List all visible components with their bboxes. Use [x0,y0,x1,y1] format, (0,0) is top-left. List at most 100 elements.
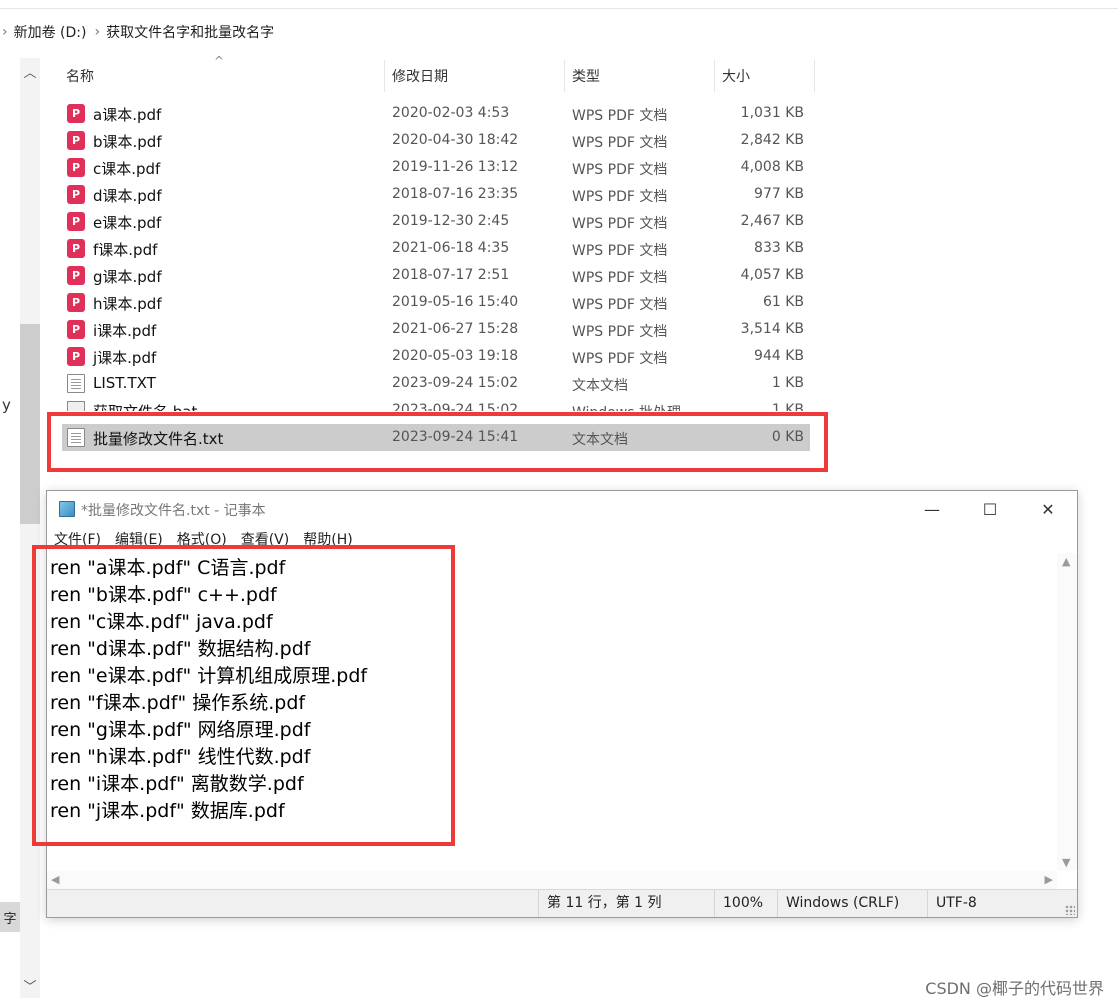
file-name: g课本.pdf [93,268,162,286]
file-date: 2020-02-03 4:53 [392,105,510,121]
maximize-icon: ☐ [982,499,998,519]
pdf-icon: P [67,158,85,177]
breadcrumb-item-drive[interactable]: 新加卷 (D:) [14,22,87,42]
file-row[interactable]: LIST.TXT 2023-09-24 15:02 文本文档 1 KB [62,370,810,397]
file-type: WPS PDF 文档 [572,216,668,232]
pdf-icon: P [67,347,85,366]
file-type: WPS PDF 文档 [572,297,668,313]
file-row[interactable]: Pg课本.pdf 2018-07-17 2:51 WPS PDF 文档 4,057 K… [62,262,810,289]
notepad-icon [59,501,75,517]
nav-pane-item-fragment[interactable]: 字 [0,902,20,932]
file-size: 4,008 KB [740,159,804,175]
column-header-date[interactable]: 修改日期 [392,60,562,92]
column-header-size[interactable]: 大小 [722,60,812,92]
minimize-button[interactable]: — [903,491,961,527]
scroll-right-arrow-icon[interactable]: ▶ [1045,873,1053,886]
file-type: WPS PDF 文档 [572,270,668,286]
file-row[interactable]: 获取文件名.bat 2023-09-24 15:02 Windows 批处理 1 KB [62,397,810,411]
file-size: 944 KB [754,348,804,364]
window-title: *批量修改文件名.txt - 记事本 [81,503,266,519]
pdf-icon: P [67,266,85,285]
file-type: WPS PDF 文档 [572,243,668,259]
status-encoding: UTF-8 [927,890,1016,917]
file-date: 2021-06-27 15:28 [392,321,519,337]
nav-pane-text-fragment: y [2,396,11,414]
file-size: 1 KB [771,402,804,411]
file-name: e课本.pdf [93,214,162,232]
scrollbar-thumb[interactable] [20,324,40,524]
file-row[interactable]: Ph课本.pdf 2019-05-16 15:40 WPS PDF 文档 61 KB [62,289,810,316]
editor-horizontal-scrollbar[interactable]: ◀ ▶ [47,871,1057,889]
file-size: 977 KB [754,186,804,202]
file-date: 2018-07-17 2:51 [392,267,510,283]
top-border [0,8,1118,9]
file-row[interactable]: Pc课本.pdf 2019-11-26 13:12 WPS PDF 文档 4,008 … [62,154,810,181]
status-cursor-position: 第 11 行，第 1 列 [538,890,707,917]
file-name: LIST.TXT [93,374,156,392]
column-divider[interactable] [564,60,565,92]
column-divider[interactable] [384,60,385,92]
file-date: 2020-04-30 18:42 [392,132,519,148]
column-divider[interactable] [714,60,715,92]
file-date: 2023-09-24 15:02 [392,375,519,391]
pdf-icon: P [67,131,85,150]
column-divider[interactable] [814,60,815,92]
pdf-icon: P [67,212,85,231]
file-type: WPS PDF 文档 [572,135,668,151]
file-row[interactable]: Pf课本.pdf 2021-06-18 4:35 WPS PDF 文档 833 KB [62,235,810,262]
file-name: i课本.pdf [93,322,157,340]
file-type: WPS PDF 文档 [572,351,668,367]
pdf-icon: P [67,239,85,258]
file-size: 1,031 KB [740,105,804,121]
text-file-icon [67,374,85,393]
vertical-scrollbar[interactable] [20,58,40,998]
file-type: WPS PDF 文档 [572,324,668,340]
file-size: 3,514 KB [740,321,804,337]
scroll-up-arrow-icon[interactable]: ▲ [1062,555,1070,568]
scroll-down-arrow-icon[interactable]: ▼ [1062,856,1070,869]
chevron-right-icon[interactable]: › [2,24,8,40]
file-date: 2019-05-16 15:40 [392,294,519,310]
breadcrumb-item-folder[interactable]: 获取文件名字和批量改名字 [106,22,274,42]
file-size: 2,467 KB [740,213,804,229]
file-type: WPS PDF 文档 [572,162,668,178]
breadcrumb: › 新加卷 (D:) › 获取文件名字和批量改名字 [0,14,1118,50]
highlight-box-selected-file [47,412,828,472]
file-name: d课本.pdf [93,187,162,205]
file-row[interactable]: Pb课本.pdf 2020-04-30 18:42 WPS PDF 文档 2,842 … [62,127,810,154]
file-name: h课本.pdf [93,295,162,313]
file-date: 2019-11-26 13:12 [392,159,519,175]
title-bar[interactable]: *批量修改文件名.txt - 记事本 — ☐ ✕ [47,491,1077,527]
close-icon: ✕ [1041,499,1055,519]
file-date: 2018-07-16 23:35 [392,186,519,202]
status-line-ending: Windows (CRLF) [777,890,906,917]
close-button[interactable]: ✕ [1019,491,1077,527]
file-name: 获取文件名.bat [93,401,197,411]
file-type: Windows 批处理 [572,402,681,411]
minimize-icon: — [924,499,940,519]
pdf-icon: P [67,293,85,312]
file-date: 2023-09-24 15:02 [392,402,519,411]
maximize-button[interactable]: ☐ [961,491,1019,527]
file-row[interactable]: Pe课本.pdf 2019-12-30 2:45 WPS PDF 文档 2,467 K… [62,208,810,235]
chevron-right-icon[interactable]: › [94,24,100,40]
file-row[interactable]: Pi课本.pdf 2021-06-27 15:28 WPS PDF 文档 3,514 … [62,316,810,343]
file-date: 2021-06-18 4:35 [392,240,510,256]
column-header-name[interactable]: 名称 [66,60,382,92]
file-name: b课本.pdf [93,133,162,151]
status-bar: 第 11 行，第 1 列 100% Windows (CRLF) UTF-8 [47,889,1077,917]
file-name: c课本.pdf [93,160,161,178]
resize-grip-icon[interactable] [1065,905,1075,915]
editor-vertical-scrollbar[interactable]: ▲ ▼ [1057,553,1077,871]
file-name: a课本.pdf [93,106,162,124]
file-row[interactable]: Pj课本.pdf 2020-05-03 19:18 WPS PDF 文档 944 KB [62,343,810,370]
scroll-down-arrow-icon[interactable]: ﹀ [20,976,40,995]
column-header-type[interactable]: 类型 [572,60,712,92]
file-row[interactable]: Pa课本.pdf 2020-02-03 4:53 WPS PDF 文档 1,031 K… [62,100,810,127]
scroll-up-arrow-icon[interactable]: ︿ [20,62,40,81]
file-size: 61 KB [762,294,804,310]
file-name: j课本.pdf [93,349,157,367]
file-row[interactable]: Pd课本.pdf 2018-07-16 23:35 WPS PDF 文档 977 KB [62,181,810,208]
file-type: WPS PDF 文档 [572,189,668,205]
scroll-left-arrow-icon[interactable]: ◀ [51,873,59,886]
